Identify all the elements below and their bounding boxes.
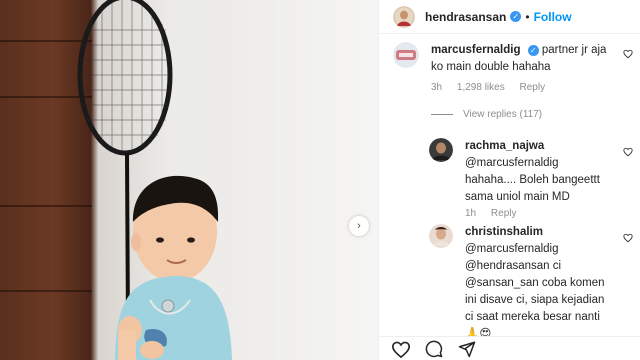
verified-badge-icon: ✓ (510, 11, 522, 22)
next-photo-button[interactable]: › (349, 216, 369, 236)
post-header: hendrasansan ✓ • Follow (379, 0, 640, 34)
author-avatar[interactable] (393, 5, 415, 28)
post-action-bar (379, 336, 640, 360)
child-figure (115, 175, 232, 360)
comments-panel: hendrasansan ✓ • Follow marcusfernaldig … (378, 0, 640, 360)
reply-item: christinshalim @marcusfernaldig @hendras… (429, 224, 633, 340)
separator-dot: • (525, 9, 530, 24)
reply-text: @marcusfernaldig hahaha.... Boleh bangee… (465, 157, 600, 203)
reply-avatar[interactable] (429, 138, 453, 162)
reply-avatar[interactable] (429, 224, 453, 248)
commenter-avatar[interactable] (393, 42, 419, 68)
comment-meta: 3h 1,298 likes Reply (431, 82, 557, 93)
reply-text: @marcusfernaldig @hendrasansan ci @sansa… (465, 243, 605, 323)
reply-username[interactable]: rachma_najwa (465, 140, 544, 152)
comment-icon[interactable] (424, 340, 444, 358)
chevron-right-icon: › (357, 220, 361, 232)
view-replies-label: View replies (117) (463, 109, 543, 120)
comment-item: marcusfernaldig ✓ partner jr aja ko main… (393, 42, 633, 102)
reply-button[interactable]: Reply (491, 208, 517, 219)
photo-scene (77, 0, 232, 360)
share-icon[interactable] (457, 340, 477, 358)
follow-button[interactable]: Follow (534, 10, 572, 24)
post-photo: › (0, 0, 378, 360)
view-replies-line (431, 114, 453, 115)
like-comment-heart-icon[interactable] (623, 49, 633, 59)
like-reply-heart-icon[interactable] (623, 233, 633, 243)
reply-button[interactable]: Reply (520, 82, 546, 93)
verified-badge-icon: ✓ (527, 45, 539, 56)
reply-username[interactable]: christinshalim (465, 226, 543, 238)
author-username[interactable]: hendrasansan (425, 10, 506, 24)
reply-time: 1h (465, 208, 477, 219)
comment-time: 3h (431, 82, 443, 93)
like-reply-heart-icon[interactable] (623, 147, 633, 157)
comment-likes[interactable]: 1,298 likes (457, 82, 505, 93)
reply-item: rachma_najwa @marcusfernaldig hahaha....… (429, 138, 633, 222)
reply-meta: 1h Reply (465, 208, 528, 219)
racket-frame (77, 0, 173, 156)
heart-icon[interactable] (391, 340, 411, 358)
comment-username[interactable]: marcusfernaldig (431, 44, 520, 56)
view-replies-button[interactable]: View replies (117) (431, 109, 542, 120)
